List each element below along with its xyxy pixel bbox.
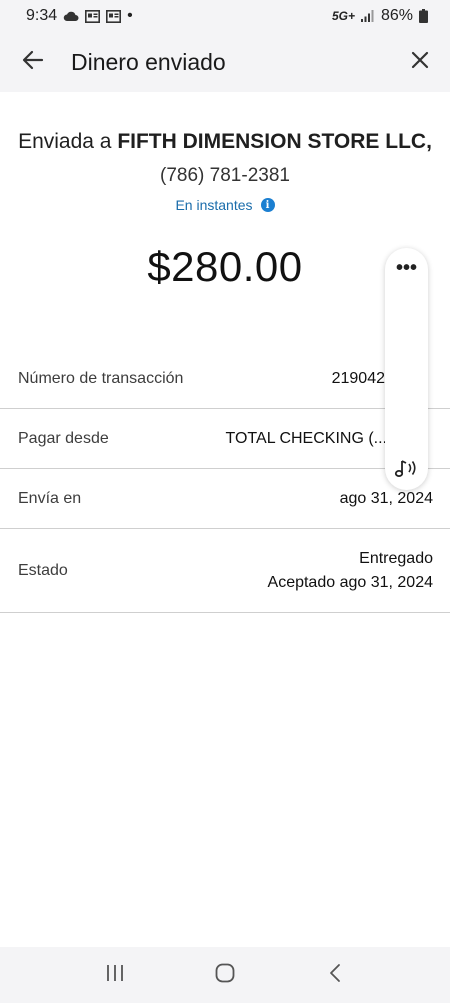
status-bar: 9:34 • 5G+ 86% [0,0,450,32]
recipient-name: FIFTH DIMENSION STORE LLC, [117,130,432,153]
more-horizontal-icon[interactable]: ••• [396,256,417,280]
status-label: Estado [18,561,68,579]
battery-icon [419,9,428,23]
status-time: 9:34 [26,7,58,24]
home-icon [215,963,235,988]
system-nav-bar [0,947,450,1003]
status-value: Entregado [359,549,433,567]
recipient-line: Enviada a FIFTH DIMENSION STORE LLC, [0,130,450,154]
delivery-speed-label: En instantes [175,197,253,213]
detail-row-status: Estado Entregado Aceptado ago 31, 2024 [0,529,450,613]
signal-icon [360,10,375,22]
status-left: 9:34 • [26,7,133,25]
recipient-phone: (786) 781-2381 [160,165,290,186]
read-aloud-icon[interactable] [393,457,421,484]
pay-from-label: Pagar desde [18,429,109,447]
recents-icon [105,964,125,987]
back-button[interactable] [0,32,66,92]
status-value-block: Entregado Aceptado ago 31, 2024 [268,547,433,595]
cloud-icon [63,10,79,22]
news-icon [85,9,101,23]
delivery-speed[interactable]: En instantes i [0,197,450,213]
status-sub-value: Aceptado ago 31, 2024 [267,573,433,591]
network-type: 5G+ [331,9,355,23]
battery-level: 86% [380,7,413,24]
app-bar: Dinero enviado [0,32,450,92]
sends-on-label: Envía en [18,489,82,507]
detail-row-sends-on: Envía en ago 31, 2024 [0,469,450,529]
recipient-prefix: Enviada a [18,130,118,153]
notification-dot: • [127,7,133,24]
sends-on-value: ago 31, 2024 [339,489,433,507]
status-right: 5G+ 86% [332,7,428,25]
detail-row-pay-from: Pagar desde TOTAL CHECKING (... [0,409,450,469]
page-title: Dinero enviado [71,48,226,75]
detail-row-transaction: Número de transacción 219042 [0,350,450,409]
floating-tools-panel[interactable]: ••• [385,248,428,490]
close-icon [411,51,429,74]
info-icon[interactable]: i [260,198,275,212]
nav-back-button[interactable] [305,947,365,1003]
amount: $280.00 [147,243,303,290]
home-button[interactable] [195,947,255,1003]
close-button[interactable] [390,32,450,92]
arrow-left-icon [22,50,44,75]
recents-button[interactable] [85,947,145,1003]
nav-back-icon [329,963,341,988]
news-icon-2 [106,9,122,23]
transaction-label: Número de transacción [18,370,184,387]
details-list: Número de transacción 219042 Pagar desde… [0,350,450,613]
